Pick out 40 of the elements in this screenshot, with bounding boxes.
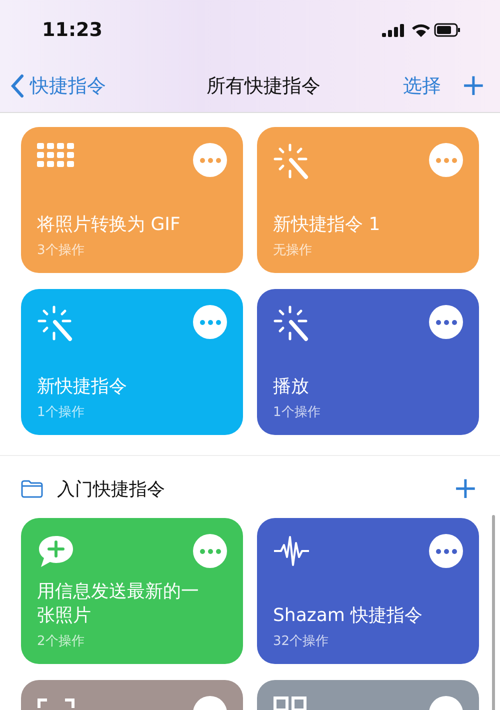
shortcut-title: 将照片转换为 GIF	[37, 213, 182, 237]
more-button[interactable]	[193, 534, 227, 568]
back-button[interactable]: 快捷指令	[10, 73, 106, 99]
more-button[interactable]	[429, 305, 463, 339]
folder-icon	[21, 480, 43, 498]
chevron-left-icon	[10, 74, 24, 98]
action-count: 无操作	[273, 242, 313, 259]
shortcut-card[interactable]: Shazam 快捷指令 32个操作	[257, 518, 479, 664]
select-button[interactable]: 选择	[402, 73, 461, 99]
shortcut-card[interactable]: 新快捷指令 1 无操作	[257, 127, 479, 273]
shortcut-title: 用信息发送最新的一张照片	[37, 580, 200, 628]
wifi-icon	[412, 24, 430, 37]
action-count: 2个操作	[37, 633, 86, 650]
action-count: 3个操作	[37, 242, 86, 259]
shortcut-card[interactable]: 将照片转换为 GIF 3个操作	[21, 127, 243, 273]
message-plus-icon	[37, 534, 75, 570]
folder-add-button[interactable]: +	[452, 474, 478, 504]
signal-icon	[382, 24, 404, 37]
magic-wand-icon	[273, 305, 311, 343]
shortcut-card[interactable]: 新快捷指令 1个操作	[21, 289, 243, 435]
magic-wand-icon	[37, 305, 75, 343]
action-count: 32个操作	[273, 633, 330, 650]
shortcut-title: Shazam 快捷指令	[273, 604, 424, 628]
grid-icon	[37, 143, 75, 169]
battery-icon	[434, 23, 460, 37]
more-button[interactable]	[429, 534, 463, 568]
shortcut-title: 播放	[273, 375, 310, 399]
add-button[interactable]: +	[460, 71, 486, 101]
shortcut-title: 新快捷指令	[37, 375, 128, 399]
more-button[interactable]	[193, 305, 227, 339]
magic-wand-icon	[273, 143, 311, 181]
status-time: 11:23	[42, 19, 102, 41]
shortcut-card[interactable]: 播放 1个操作	[257, 289, 479, 435]
shortcut-card[interactable]: 用信息发送最新的一张照片 2个操作	[21, 518, 243, 664]
page-title: 所有快捷指令	[205, 74, 322, 99]
action-count: 1个操作	[273, 404, 322, 421]
waveform-icon	[273, 534, 311, 568]
action-count: 1个操作	[37, 404, 86, 421]
shortcut-title: 新快捷指令 1	[273, 213, 382, 237]
folder-title: 入门快捷指令	[57, 478, 166, 501]
